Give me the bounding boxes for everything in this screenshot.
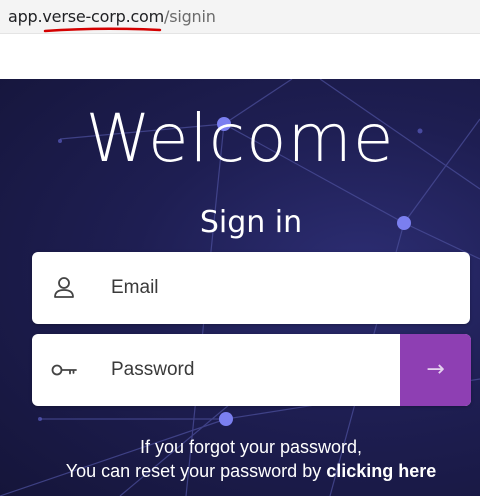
help-line-1: If you forgot your password,	[139, 437, 363, 457]
signin-heading: Sign in	[199, 205, 303, 240]
key-icon	[51, 364, 77, 376]
password-field[interactable]: →	[32, 334, 471, 406]
url-domain: app.verse-corp.com	[8, 7, 165, 26]
email-field[interactable]	[32, 252, 470, 324]
help-line-2: You can reset your password by clicking …	[0, 459, 480, 483]
email-input[interactable]	[111, 270, 391, 306]
help-line-2-prefix: You can reset your password by	[65, 461, 322, 481]
reset-password-link[interactable]: clicking here	[326, 461, 436, 481]
user-icon	[54, 277, 74, 298]
arrow-right-icon: →	[426, 357, 445, 382]
page-header-strip	[0, 34, 480, 79]
url-text[interactable]: app.verse-corp.com/signin	[8, 7, 216, 27]
address-bar[interactable]: app.verse-corp.com/signin	[0, 0, 480, 34]
welcome-title: Welcome	[85, 100, 395, 177]
submit-button[interactable]: →	[400, 334, 471, 406]
password-help-text: If you forgot your password, You can res…	[0, 435, 480, 483]
password-input[interactable]	[111, 352, 391, 388]
signin-panel: Welcome Sign in → If you forgot your pas…	[0, 79, 480, 496]
url-path: /signin	[164, 7, 216, 26]
